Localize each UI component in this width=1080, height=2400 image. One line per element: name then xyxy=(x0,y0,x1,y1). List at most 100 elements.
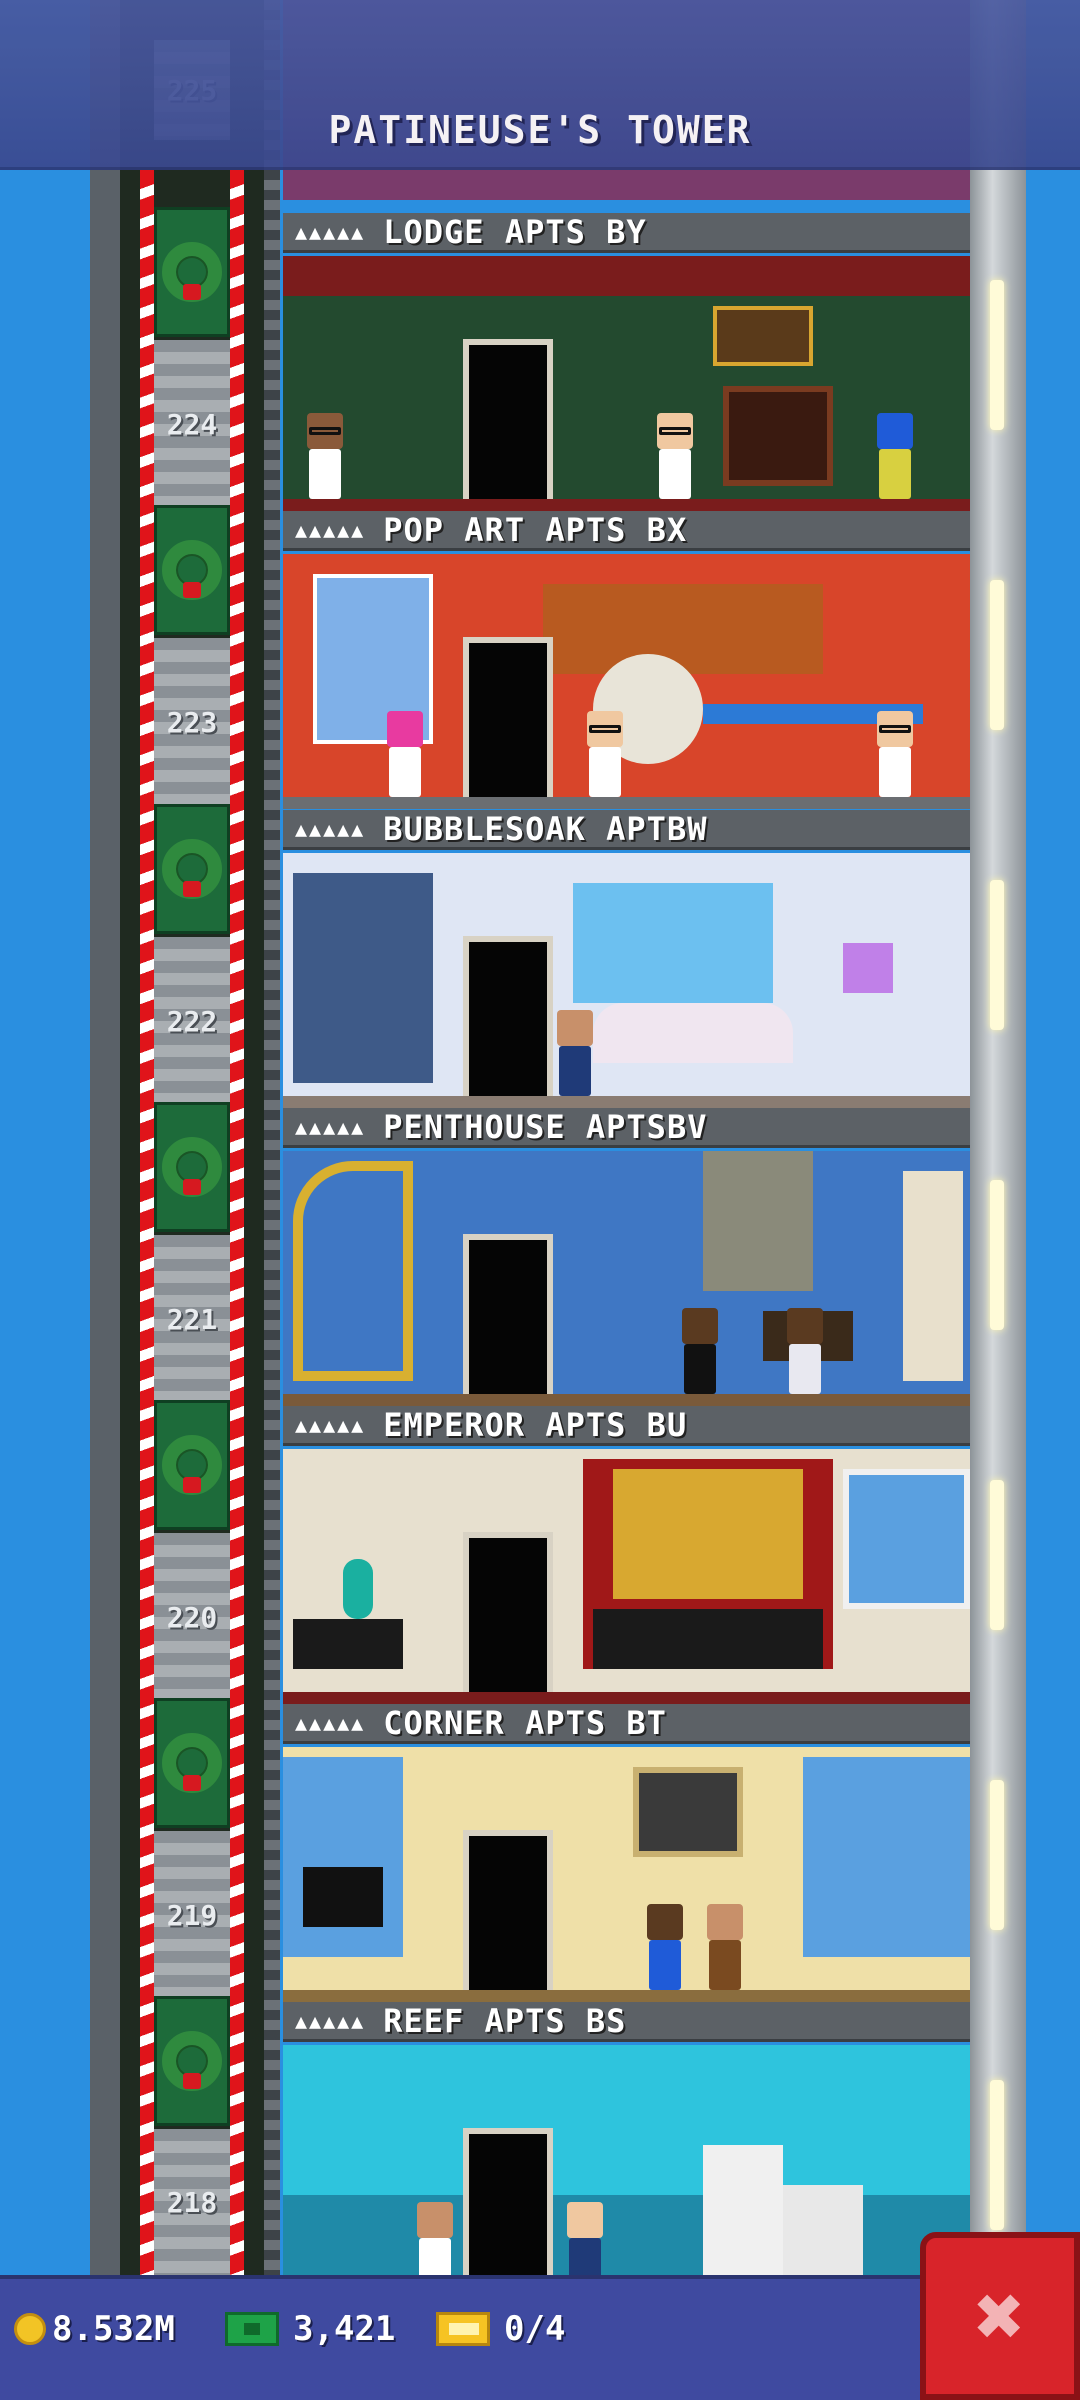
floor-stars: ▲▲▲▲▲ xyxy=(295,816,366,841)
bitizen[interactable] xyxy=(413,2202,457,2275)
window xyxy=(843,1469,970,1609)
wreath-icon xyxy=(162,242,222,302)
floor-label: ▲▲▲▲▲ LODGE APTS BY xyxy=(283,213,970,253)
tower-shadow xyxy=(90,0,120,2275)
gold-headboard xyxy=(613,1469,803,1599)
bitizen[interactable] xyxy=(783,1308,827,1394)
apartment-door[interactable] xyxy=(463,1234,553,1394)
bitizen[interactable] xyxy=(678,1308,722,1394)
floor-218[interactable]: ▲▲▲▲▲ REEF APTS BS xyxy=(283,2002,970,2275)
floor-label: ▲▲▲▲▲ BUBBLESOAK APTBW xyxy=(283,810,970,850)
lamp xyxy=(843,943,893,993)
apartment-door[interactable] xyxy=(463,1532,553,1692)
floor-light xyxy=(990,880,1004,1030)
floor-room xyxy=(283,554,970,809)
floor-light xyxy=(990,580,1004,730)
floor-light xyxy=(990,1480,1004,1630)
floor-label: ▲▲▲▲▲ CORNER APTS BT xyxy=(283,1704,970,1744)
elevator-wreath-slot xyxy=(154,1102,230,1232)
apartment-door[interactable] xyxy=(463,2128,553,2275)
ceiling-beam xyxy=(283,256,970,296)
coins-value: 8.532M xyxy=(52,2309,175,2349)
floor-223[interactable]: ▲▲▲▲▲ POP ART APTS BX xyxy=(283,511,970,809)
elevator-floor-slot-221[interactable]: 221 xyxy=(154,1235,230,1403)
wreath-icon xyxy=(162,1733,222,1793)
bookshelf xyxy=(903,1171,963,1381)
floor-stars: ▲▲▲▲▲ xyxy=(295,2008,366,2033)
floor-light xyxy=(990,1780,1004,1930)
elevator-floor-slot-224[interactable]: 224 xyxy=(154,340,230,508)
floor-light xyxy=(990,280,1004,430)
ticket-icon xyxy=(436,2312,490,2346)
floor-line xyxy=(283,1990,970,2002)
floor-line xyxy=(283,797,970,809)
tower-header: PATINEUSE'S TOWER xyxy=(0,0,1080,170)
elevator-floor-slot-220[interactable]: 220 xyxy=(154,1533,230,1701)
floor-room xyxy=(283,853,970,1108)
window-left xyxy=(283,1757,403,1957)
wreath-icon xyxy=(162,1137,222,1197)
floor-name: EMPEROR APTS BU xyxy=(383,1406,688,1444)
window-right xyxy=(803,1757,970,1957)
bubble-bath xyxy=(593,1003,793,1063)
spiral-staircase xyxy=(293,1161,413,1381)
elevator-wreath-slot xyxy=(154,207,230,337)
elevator-floor-slot-218[interactable]: 218 xyxy=(154,2129,230,2275)
floor-label: ▲▲▲▲▲ POP ART APTS BX xyxy=(283,511,970,551)
tickets-value: 0/4 xyxy=(504,2309,566,2349)
elevator-cable xyxy=(264,0,280,2275)
bux-value: 3,421 xyxy=(293,2309,396,2349)
bow-icon xyxy=(183,284,201,300)
wreath-icon xyxy=(162,1435,222,1495)
floor-number: 224 xyxy=(166,407,218,441)
vase xyxy=(343,1559,373,1619)
curtains xyxy=(573,883,773,1003)
bitizen[interactable] xyxy=(383,711,427,797)
bow-icon xyxy=(183,881,201,897)
bitizen[interactable] xyxy=(303,413,347,499)
floor-stars: ▲▲▲▲▲ xyxy=(295,517,366,542)
floor-number: 221 xyxy=(166,1302,218,1336)
elevator-wreath-slot xyxy=(154,1996,230,2126)
floor-number: 220 xyxy=(166,1600,218,1634)
apartment-door[interactable] xyxy=(463,637,553,797)
close-icon: ✖ xyxy=(974,2267,1026,2365)
bitizen[interactable] xyxy=(873,413,917,499)
floor-line xyxy=(283,1692,970,1704)
bitizen[interactable] xyxy=(653,413,697,499)
bitizen[interactable] xyxy=(873,711,917,797)
floor-name: CORNER APTS BT xyxy=(383,1704,667,1742)
bitizen[interactable] xyxy=(583,711,627,797)
elevator-floor-slot-219[interactable]: 219 xyxy=(154,1831,230,1999)
reef-bed xyxy=(283,2195,970,2275)
wreath-icon xyxy=(162,540,222,600)
floor-line xyxy=(283,1096,970,1108)
apartment-door[interactable] xyxy=(463,936,553,1096)
floor-name: LODGE APTS BY xyxy=(383,213,647,251)
apartment-door[interactable] xyxy=(463,339,553,499)
elevator-floor-slot-223[interactable]: 223 xyxy=(154,638,230,806)
floor-221[interactable]: ▲▲▲▲▲ PENTHOUSE APTSBV xyxy=(283,1108,970,1406)
floor-room xyxy=(283,1449,970,1704)
floor-222[interactable]: ▲▲▲▲▲ BUBBLESOAK APTBW xyxy=(283,810,970,1108)
bitizen[interactable] xyxy=(643,1904,687,1990)
bux-display: 3,421 xyxy=(225,2309,395,2349)
floor-stars: ▲▲▲▲▲ xyxy=(295,219,366,244)
elevator-floor-slot-222[interactable]: 222 xyxy=(154,937,230,1105)
floor-number: 223 xyxy=(166,705,218,739)
floor-220[interactable]: ▲▲▲▲▲ EMPEROR APTS BU xyxy=(283,1406,970,1704)
bow-icon xyxy=(183,2073,201,2089)
close-button[interactable]: ✖ xyxy=(920,2232,1080,2400)
floor-label: ▲▲▲▲▲ REEF APTS BS xyxy=(283,2002,970,2042)
apartment-door[interactable] xyxy=(463,1830,553,1990)
coin-icon xyxy=(14,2313,46,2345)
floor-219[interactable]: ▲▲▲▲▲ CORNER APTS BT xyxy=(283,1704,970,2002)
bitizen[interactable] xyxy=(563,2202,607,2275)
floor-room xyxy=(283,2045,970,2275)
floor-224[interactable]: ▲▲▲▲▲ LODGE APTS BY xyxy=(283,213,970,511)
bitizen[interactable] xyxy=(703,1904,747,1990)
bow-icon xyxy=(183,1477,201,1493)
elevator-wreath-slot xyxy=(154,804,230,934)
bitizen[interactable] xyxy=(553,1010,597,1096)
bow-icon xyxy=(183,582,201,598)
